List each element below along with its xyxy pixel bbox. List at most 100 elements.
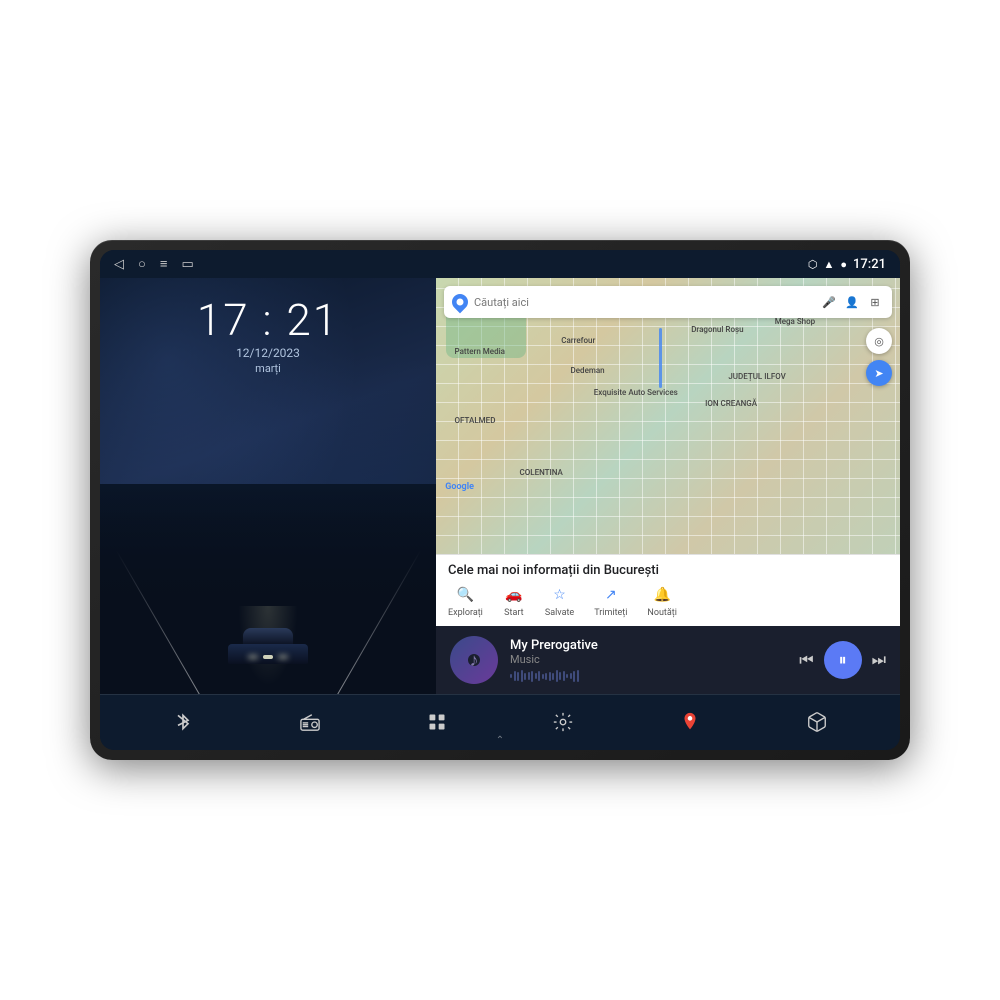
trimiteti-icon: ↗ bbox=[600, 584, 622, 606]
search-action-icons: 🎤 👤 ⊞ bbox=[820, 293, 884, 311]
salvate-label: Salvate bbox=[545, 608, 574, 618]
map-label-dedeman: Dedeman bbox=[571, 366, 605, 375]
music-artist: Music bbox=[510, 653, 787, 666]
map-area[interactable]: Căutați aici 🎤 👤 ⊞ Pattern Media Carrefo… bbox=[436, 278, 900, 554]
recent-button[interactable]: ▭ bbox=[181, 257, 193, 272]
waveform-bar bbox=[542, 674, 544, 679]
noutati-label: Noutăți bbox=[647, 608, 677, 618]
map-route-line bbox=[659, 328, 662, 388]
clock-day: marți bbox=[197, 362, 339, 375]
map-search-bar[interactable]: Căutați aici 🎤 👤 ⊞ bbox=[444, 286, 892, 318]
signal-icon: ● bbox=[840, 258, 847, 271]
home-button[interactable]: ○ bbox=[138, 256, 146, 272]
waveform-bar bbox=[559, 672, 561, 680]
main-content: 17 : 21 12/12/2023 marți bbox=[100, 278, 900, 694]
music-waveform bbox=[510, 670, 787, 682]
bluetooth-status-icon: ⬡ bbox=[808, 258, 818, 271]
tunnel-scene bbox=[100, 484, 436, 694]
map-nav-trimiteti[interactable]: ↗ Trimiteți bbox=[594, 584, 627, 618]
dock-apps[interactable] bbox=[417, 702, 457, 742]
waveform-bar bbox=[514, 671, 516, 681]
music-title: My Prerogative bbox=[510, 638, 787, 653]
waveform-bar bbox=[538, 671, 540, 681]
waveform-bar bbox=[517, 672, 519, 681]
music-controls: ⏮ ⏸ ⏭ bbox=[799, 641, 886, 679]
waveform-bar bbox=[552, 673, 554, 680]
album-art: ♪ bbox=[450, 636, 498, 684]
google-maps-pin-icon bbox=[449, 291, 472, 314]
microphone-icon[interactable]: 🎤 bbox=[820, 293, 838, 311]
map-nav-explorați[interactable]: 🔍 Explorați bbox=[448, 584, 483, 618]
road-line-left bbox=[116, 551, 217, 694]
map-label-google: Google bbox=[445, 482, 474, 492]
trimiteti-label: Trimiteți bbox=[594, 608, 627, 618]
music-info: My Prerogative Music bbox=[510, 638, 787, 682]
play-pause-button[interactable]: ⏸ bbox=[824, 641, 862, 679]
waveform-bar bbox=[566, 674, 568, 678]
map-navigate-icon[interactable]: ➤ bbox=[866, 360, 892, 386]
device: ◁ ○ ≡ ▭ ⬡ ▲ ● 17:21 17 : 21 12/12/2023 m… bbox=[90, 240, 910, 760]
map-info-section: Cele mai noi informații din București 🔍 … bbox=[436, 554, 900, 626]
previous-track-button[interactable]: ⏮ bbox=[799, 650, 813, 670]
map-label-ion-creanga: ION CREANGĂ bbox=[705, 399, 757, 408]
waveform-bar bbox=[556, 670, 558, 682]
explorați-label: Explorați bbox=[448, 608, 483, 618]
wifi-icon: ▲ bbox=[823, 258, 834, 271]
map-label-pattern-media: Pattern Media bbox=[455, 347, 505, 356]
start-label: Start bbox=[504, 608, 523, 618]
account-icon[interactable]: 👤 bbox=[843, 293, 861, 311]
waveform-bar bbox=[570, 673, 572, 679]
menu-button[interactable]: ≡ bbox=[160, 256, 168, 272]
map-nav-salvate[interactable]: ☆ Salvate bbox=[545, 584, 574, 618]
dock-settings[interactable] bbox=[543, 702, 583, 742]
salvate-icon: ☆ bbox=[549, 584, 571, 606]
map-info-title: Cele mai noi informații din București bbox=[448, 563, 888, 578]
map-label-colentina: COLENTINA bbox=[520, 468, 563, 477]
dock-maps[interactable] bbox=[670, 702, 710, 742]
map-nav-noutati[interactable]: 🔔 Noutăți bbox=[647, 584, 677, 618]
noutati-icon: 🔔 bbox=[651, 584, 673, 606]
dock-divider bbox=[100, 694, 900, 695]
map-location-icon[interactable]: ◎ bbox=[866, 328, 892, 354]
right-panel: Căutați aici 🎤 👤 ⊞ Pattern Media Carrefo… bbox=[436, 278, 900, 694]
dock-bluetooth[interactable] bbox=[163, 702, 203, 742]
waveform-bar bbox=[545, 673, 547, 680]
swipe-indicator: ⌃ bbox=[496, 735, 504, 746]
status-time: 17:21 bbox=[853, 257, 886, 272]
road-line-right bbox=[320, 551, 421, 694]
map-nav-buttons: 🔍 Explorați 🚗 Start ☆ Salvate ↗ bbox=[448, 584, 888, 618]
waveform-bar bbox=[521, 670, 523, 682]
start-icon: 🚗 bbox=[503, 584, 525, 606]
map-label-oftalmed: OFTALMED bbox=[455, 416, 496, 425]
left-panel: 17 : 21 12/12/2023 marți bbox=[100, 278, 436, 694]
next-track-button[interactable]: ⏭ bbox=[872, 650, 886, 670]
waveform-bar bbox=[563, 671, 565, 681]
device-screen: ◁ ○ ≡ ▭ ⬡ ▲ ● 17:21 17 : 21 12/12/2023 m… bbox=[100, 250, 900, 750]
map-label-judetul-ilfov: JUDEȚUL ILFOV bbox=[728, 372, 786, 381]
map-label-carrefour: Carrefour bbox=[561, 336, 595, 345]
waveform-bar bbox=[549, 672, 551, 681]
status-bar-right: ⬡ ▲ ● 17:21 bbox=[808, 257, 886, 272]
search-placeholder[interactable]: Căutați aici bbox=[474, 296, 814, 309]
dock-radio[interactable] bbox=[290, 702, 330, 742]
waveform-bar bbox=[510, 674, 512, 678]
map-nav-start[interactable]: 🚗 Start bbox=[503, 584, 525, 618]
clock-time: 17 : 21 bbox=[197, 298, 339, 342]
waveform-bar bbox=[528, 672, 530, 680]
clock-date: 12/12/2023 bbox=[197, 346, 339, 360]
waveform-bar bbox=[531, 671, 533, 682]
car-silhouette bbox=[223, 629, 313, 664]
waveform-bar bbox=[535, 673, 537, 679]
explorați-icon: 🔍 bbox=[454, 584, 476, 606]
music-album-icon: ♪ bbox=[470, 650, 479, 671]
map-controls: ◎ ➤ bbox=[866, 328, 892, 386]
clock-area: 17 : 21 12/12/2023 marți bbox=[197, 298, 339, 375]
dock-extra[interactable] bbox=[797, 702, 837, 742]
status-bar-left: ◁ ○ ≡ ▭ bbox=[114, 256, 194, 272]
back-button[interactable]: ◁ bbox=[114, 257, 124, 272]
status-bar: ◁ ○ ≡ ▭ ⬡ ▲ ● 17:21 bbox=[100, 250, 900, 278]
grid-icon[interactable]: ⊞ bbox=[866, 293, 884, 311]
car-body bbox=[228, 644, 308, 664]
map-label-dragonul-rosu: Dragonul Roșu bbox=[691, 325, 743, 334]
music-player: ♪ My Prerogative Music bbox=[436, 626, 900, 694]
